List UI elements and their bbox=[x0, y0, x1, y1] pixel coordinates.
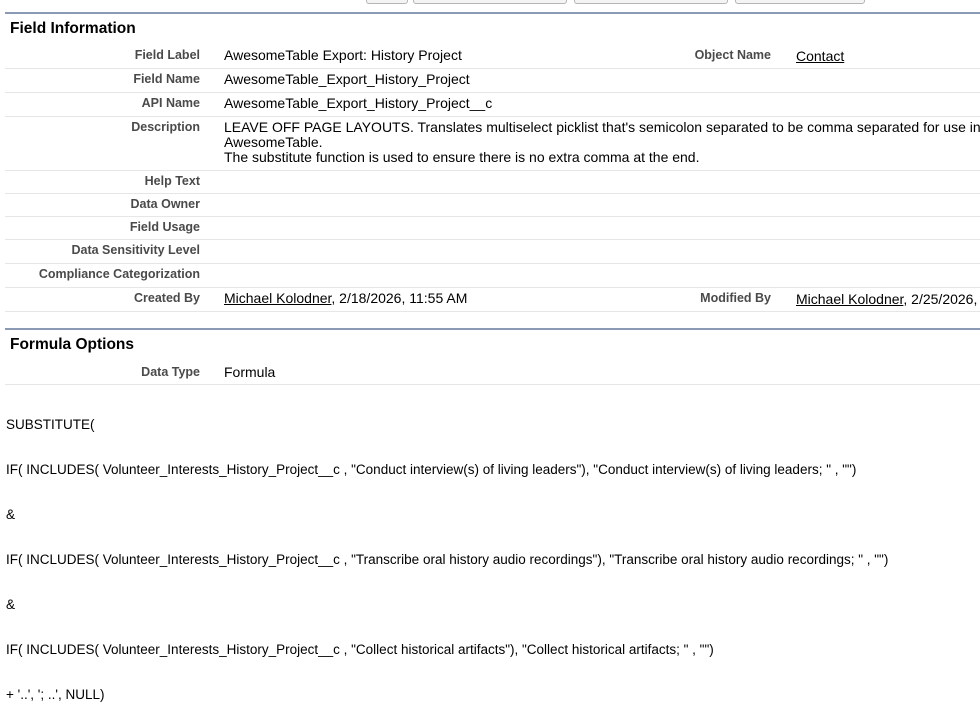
row-description: Description LEAVE OFF PAGE LAYOUTS. Tran… bbox=[5, 116, 980, 171]
section-title-formula-options: Formula Options bbox=[10, 336, 134, 353]
formula-text: SUBSTITUTE( IF( INCLUDES( Volunteer_Inte… bbox=[6, 387, 980, 717]
description-label: Description bbox=[131, 120, 200, 134]
row-data-type: Data Type Formula bbox=[5, 361, 980, 385]
field-usage-label: Field Usage bbox=[129, 220, 200, 234]
formula-line: IF( INCLUDES( Volunteer_Interests_Histor… bbox=[6, 552, 889, 567]
row-help-text: Help Text bbox=[5, 170, 980, 194]
formula-line: & bbox=[6, 597, 16, 612]
description-line-2: AwesomeTable. bbox=[224, 134, 323, 150]
api-name-value: AwesomeTable_Export_History_Project__c bbox=[224, 95, 493, 111]
object-name-link[interactable]: Contact bbox=[796, 48, 844, 64]
section-title-field-information: Field Information bbox=[10, 20, 136, 37]
row-field-name: Field Name AwesomeTable_Export_History_P… bbox=[5, 68, 980, 93]
row-field-usage: Field Usage bbox=[5, 216, 980, 240]
description-line-3: The substitute function is used to ensur… bbox=[224, 149, 700, 165]
created-by-label: Created By bbox=[134, 291, 200, 305]
formula-line: IF( INCLUDES( Volunteer_Interests_Histor… bbox=[6, 642, 714, 657]
row-api-name: API Name AwesomeTable_Export_History_Pro… bbox=[5, 92, 980, 117]
modified-by-value: Michael Kolodner, 2/25/2026, bbox=[796, 291, 977, 307]
toolbar-button-1[interactable] bbox=[366, 0, 408, 4]
api-name-label: API Name bbox=[141, 96, 200, 110]
top-button-bar bbox=[0, 0, 980, 8]
help-text-label: Help Text bbox=[144, 174, 200, 188]
compliance-label: Compliance Categorization bbox=[38, 267, 200, 281]
description-value: LEAVE OFF PAGE LAYOUTS. Translates multi… bbox=[224, 120, 980, 165]
row-data-owner: Data Owner bbox=[5, 193, 980, 217]
modified-by-user-link[interactable]: Michael Kolodner bbox=[796, 291, 903, 307]
data-type-label: Data Type bbox=[141, 365, 200, 379]
toolbar-button-2[interactable] bbox=[413, 0, 567, 4]
field-information-section: Field Information bbox=[5, 12, 980, 42]
toolbar-button-4[interactable] bbox=[735, 0, 865, 4]
row-created-by: Created By Michael Kolodner, 2/18/2026, … bbox=[5, 287, 980, 312]
data-type-value: Formula bbox=[224, 364, 276, 380]
description-line-1: LEAVE OFF PAGE LAYOUTS. Translates multi… bbox=[224, 119, 980, 135]
formula-line: SUBSTITUTE( bbox=[6, 417, 95, 432]
field-label-label: Field Label bbox=[134, 48, 200, 62]
data-sensitivity-label: Data Sensitivity Level bbox=[71, 243, 200, 257]
field-name-value: AwesomeTable_Export_History_Project bbox=[224, 71, 470, 87]
created-by-user-link[interactable]: Michael Kolodner bbox=[224, 290, 331, 306]
row-field-label: Field Label AwesomeTable Export: History… bbox=[5, 44, 980, 69]
modified-by-date: , 2/25/2026, bbox=[903, 291, 978, 307]
formula-line: & bbox=[6, 507, 16, 522]
field-label-value: AwesomeTable Export: History Project bbox=[224, 47, 462, 63]
object-name-label: Object Name bbox=[694, 48, 771, 62]
row-data-sensitivity: Data Sensitivity Level bbox=[5, 239, 980, 264]
toolbar-button-3[interactable] bbox=[574, 0, 728, 4]
created-by-date: , 2/18/2026, 11:55 AM bbox=[331, 290, 468, 306]
modified-by-label: Modified By bbox=[700, 291, 771, 305]
data-owner-label: Data Owner bbox=[130, 197, 200, 211]
formula-line: IF( INCLUDES( Volunteer_Interests_Histor… bbox=[6, 462, 857, 477]
formula-options-section: Formula Options bbox=[5, 328, 980, 358]
field-name-label: Field Name bbox=[133, 72, 200, 86]
row-compliance: Compliance Categorization bbox=[5, 263, 980, 288]
formula-line: + '..', '; ..', NULL) bbox=[6, 687, 105, 702]
